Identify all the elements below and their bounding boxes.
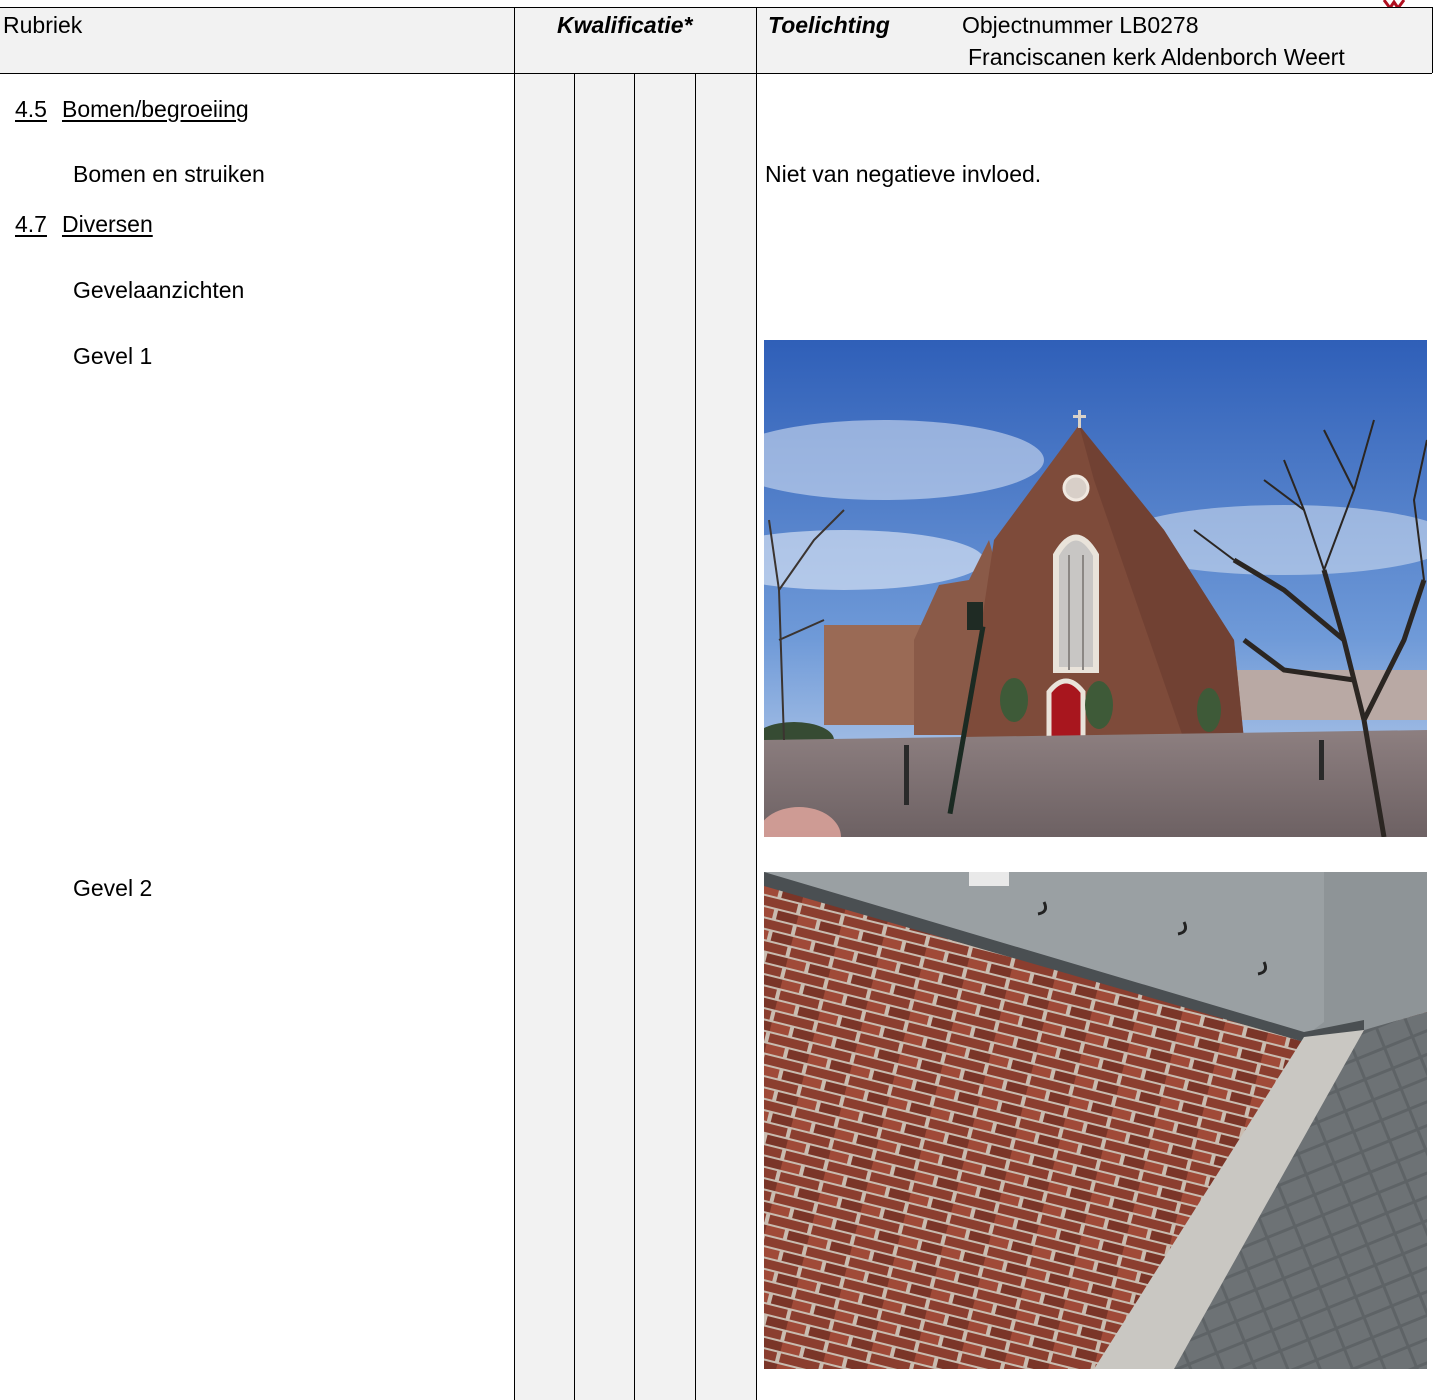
header-rubriek: Rubriek	[3, 12, 83, 38]
section-title: Bomen/begroeiing	[61, 96, 249, 122]
header-kwalificatie: Kwalificatie*	[557, 12, 693, 38]
header-toelichting: Toelichting	[768, 12, 890, 38]
object-name: Franciscanen kerk Aldenborch Weert	[968, 44, 1345, 70]
section-number: 4.5	[15, 96, 47, 122]
gevel-2-label: Gevel 2	[73, 875, 153, 901]
brick-wall-roof-photo	[764, 872, 1427, 1369]
column-divider-2	[756, 7, 757, 1400]
section-heading-4-7: 4.7 Diversen	[15, 210, 153, 238]
object-number: Objectnummer LB0278	[962, 12, 1199, 38]
section-title: Diversen	[61, 211, 153, 237]
table-right-border	[1432, 7, 1433, 73]
column-divider-1	[514, 7, 515, 1400]
gevel-1-label: Gevel 1	[73, 343, 153, 369]
facade-views-label: Gevelaanzichten	[73, 277, 245, 303]
church-facade-photo	[764, 340, 1427, 837]
qualification-column-background	[514, 73, 756, 1400]
qualification-subcolumn-2	[634, 73, 635, 1400]
qualification-subcolumn-3	[695, 73, 696, 1400]
section-heading-4-5: 4.5 Bomen/begroeiing	[15, 95, 249, 123]
trees-note: Niet van negatieve invloed.	[765, 161, 1042, 187]
table-top-border	[0, 7, 1432, 8]
qualification-subcolumn-1	[574, 73, 575, 1400]
header-bottom-border	[0, 73, 1432, 74]
section-number: 4.7	[15, 211, 47, 237]
trees-label: Bomen en struiken	[73, 161, 265, 187]
